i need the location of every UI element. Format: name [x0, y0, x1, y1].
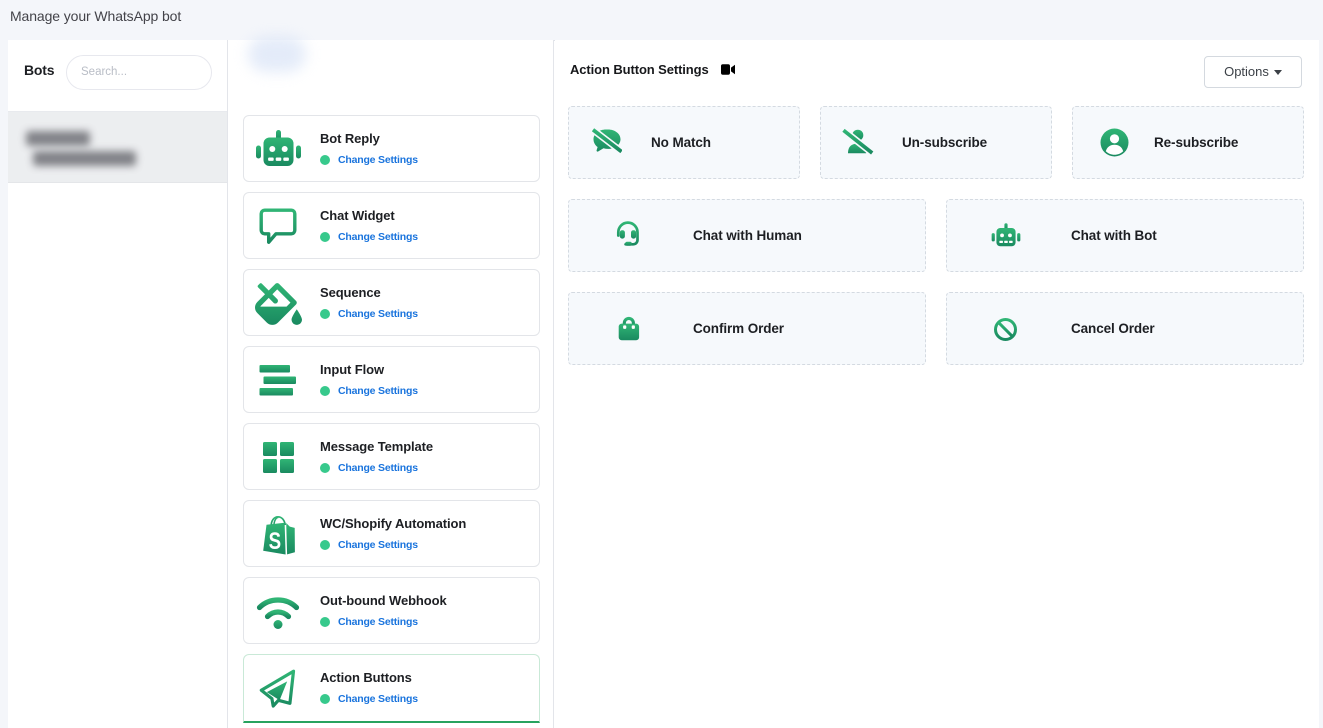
svg-text:S: S — [269, 527, 281, 554]
